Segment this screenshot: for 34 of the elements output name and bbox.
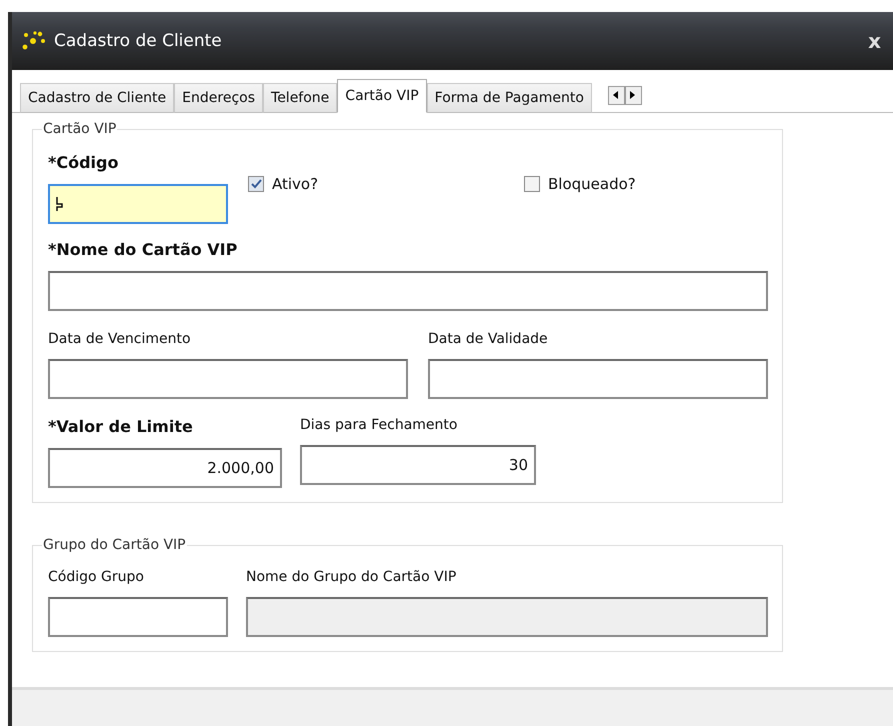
text-cursor-icon bbox=[56, 196, 64, 212]
number-field[interactable]: 2.000,00 bbox=[48, 448, 282, 488]
field-label: *Valor de Limite bbox=[48, 417, 194, 436]
group-title: Cartão VIP bbox=[42, 121, 118, 137]
right-arrow-icon bbox=[630, 91, 636, 99]
tab[interactable]: Telefone bbox=[263, 83, 338, 113]
number-field[interactable]: 30 bbox=[300, 445, 536, 485]
close-button[interactable]: x bbox=[868, 29, 881, 53]
window-title: Cadastro de Cliente bbox=[54, 31, 223, 51]
field-label: *Código bbox=[48, 153, 120, 172]
text-field[interactable] bbox=[48, 597, 228, 637]
checkbox-label: Bloqueado? bbox=[548, 175, 636, 193]
field-label: *Nome do Cartão VIP bbox=[48, 240, 238, 259]
name-field[interactable] bbox=[48, 271, 768, 311]
tab[interactable]: Endereços bbox=[174, 83, 264, 113]
checkbox[interactable] bbox=[248, 176, 264, 192]
field-label: Código Grupo bbox=[48, 569, 145, 585]
field-label: Nome do Grupo do Cartão VIP bbox=[246, 569, 458, 585]
field-label: Data de Vencimento bbox=[48, 331, 192, 347]
scroll-right-button[interactable] bbox=[624, 86, 642, 104]
tab[interactable]: Cadastro de Cliente bbox=[20, 83, 174, 113]
date-field[interactable] bbox=[48, 359, 408, 399]
sparkle-logo-icon bbox=[20, 30, 46, 52]
left-arrow-icon bbox=[613, 91, 620, 99]
date-field[interactable] bbox=[428, 359, 768, 399]
checkbox[interactable] bbox=[524, 176, 540, 192]
checkbox-label: Ativo? bbox=[272, 175, 318, 193]
code-field[interactable] bbox=[48, 184, 228, 224]
field-label: Data de Validade bbox=[428, 331, 549, 347]
tab[interactable]: Cartão VIP bbox=[337, 79, 427, 113]
tab[interactable]: Forma de Pagamento bbox=[426, 83, 592, 113]
group-title: Grupo do Cartão VIP bbox=[42, 537, 187, 553]
field-label: Dias para Fechamento bbox=[300, 417, 458, 433]
scroll-left-button[interactable] bbox=[608, 86, 625, 104]
